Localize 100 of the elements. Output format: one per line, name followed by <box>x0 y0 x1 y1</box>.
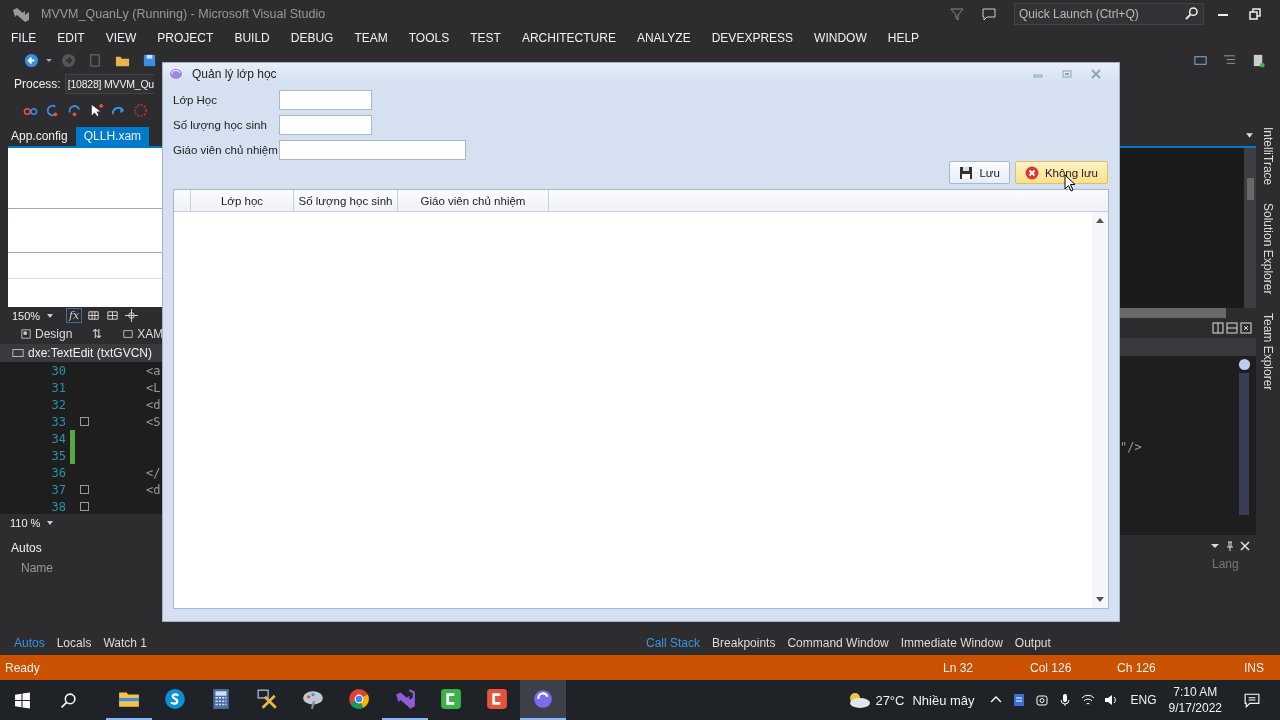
filter-icon[interactable] <box>950 6 964 21</box>
panel-tab[interactable]: Autos <box>12 633 47 652</box>
chrome-icon <box>348 688 370 710</box>
zoom-dropdown[interactable]: 150% <box>12 309 62 322</box>
panel-tab[interactable]: Output <box>1012 633 1053 652</box>
scrollbar[interactable] <box>1120 308 1226 318</box>
cloud-icon <box>847 692 872 708</box>
line-number: 34 <box>50 431 66 446</box>
document-tab[interactable]: App.config <box>3 127 76 146</box>
fold-toggle[interactable] <box>79 485 89 494</box>
formula-button[interactable]: fx <box>66 308 83 323</box>
input-field[interactable] <box>279 115 372 135</box>
menu-item[interactable]: BUILD <box>234 30 270 45</box>
document-icon[interactable] <box>1011 693 1026 707</box>
dropdown-caret-icon[interactable] <box>45 56 53 64</box>
step-into-icon[interactable] <box>45 103 60 118</box>
cancel-icon <box>1024 165 1039 180</box>
step-over-icon[interactable] <box>67 103 82 118</box>
search-icon[interactable] <box>60 691 77 709</box>
save-button[interactable]: Lưu <box>949 161 1010 184</box>
menu-item[interactable]: VIEW <box>105 30 137 45</box>
menu-item[interactable]: EDIT <box>57 30 85 45</box>
menu-item[interactable]: ARCHITECTURE <box>521 30 616 45</box>
weather-text[interactable]: Nhiều mây <box>912 692 975 708</box>
dropdown-caret-icon <box>46 519 55 527</box>
weather-temperature[interactable]: 27°C <box>875 692 905 708</box>
panel-tab[interactable]: Watch 1 <box>101 633 149 652</box>
volume-icon[interactable] <box>1103 693 1118 707</box>
menu-item[interactable]: WINDOW <box>814 30 867 45</box>
side-tab[interactable]: IntelliTrace <box>1261 127 1275 186</box>
clock[interactable]: 7:10 AM 9/17/2022 <box>1168 684 1222 716</box>
app-icon <box>169 67 183 81</box>
swap-panes-button[interactable]: ⇅ <box>92 327 103 341</box>
menu-item[interactable]: HELP <box>887 30 920 45</box>
app-icon <box>532 688 554 710</box>
menu-item[interactable]: DEBUG <box>290 30 334 45</box>
side-tab[interactable]: Team Explorer <box>1261 312 1275 390</box>
microphone-icon[interactable] <box>1057 693 1072 707</box>
snap-grid-icon[interactable] <box>105 309 121 322</box>
document-icon[interactable] <box>1251 52 1266 68</box>
input-field[interactable] <box>279 140 466 160</box>
panel-tab[interactable]: Breakpoints <box>710 633 778 652</box>
dropdown-caret-icon[interactable] <box>1210 541 1220 551</box>
menu-item[interactable]: TOOLS <box>408 30 450 45</box>
save-icon[interactable] <box>142 52 157 68</box>
panel-tab[interactable]: Immediate Window <box>898 633 1005 652</box>
line-number: 30 <box>50 363 66 378</box>
fold-toggle[interactable] <box>79 502 89 511</box>
scrollbar[interactable] <box>1239 373 1249 515</box>
grid-icon[interactable] <box>86 309 102 322</box>
restore-icon[interactable] <box>1248 6 1262 21</box>
info-icon[interactable] <box>1237 358 1251 371</box>
line-number: 31 <box>50 380 66 395</box>
panel-tab[interactable]: Command Window <box>785 633 891 652</box>
column-header[interactable]: Lớp học <box>191 190 294 211</box>
insert-mode-indicator: INS <box>1244 660 1264 675</box>
scrollbar[interactable] <box>1092 212 1108 608</box>
column-header[interactable]: Số lượng học sinh <box>294 190 398 211</box>
menu-item[interactable]: PROJECT <box>157 30 214 45</box>
design-tab[interactable]: Design <box>20 327 73 341</box>
panel-tab[interactable]: Locals <box>54 633 94 652</box>
zoom-dropdown[interactable]: 110 % <box>10 517 60 529</box>
dropdown-caret-icon[interactable] <box>1245 131 1254 140</box>
feedback-icon[interactable] <box>982 6 996 21</box>
back-icon[interactable] <box>24 52 39 68</box>
column-header[interactable]: Giáo viên chủ nhiệm <box>398 190 549 211</box>
scroll-up-icon[interactable] <box>1096 217 1104 223</box>
snap-lines-icon[interactable] <box>124 309 140 322</box>
cancel-button[interactable]: Không lưu <box>1014 161 1108 184</box>
notification-icon[interactable] <box>1244 692 1260 708</box>
menu-item[interactable]: TEAM <box>354 30 388 45</box>
camera-icon[interactable] <box>1034 693 1049 707</box>
menu-item[interactable]: ANALYZE <box>636 30 691 45</box>
code-text: <a <box>146 363 161 378</box>
column-indicator: Col 126 <box>1030 660 1073 675</box>
menu-item[interactable]: TEST <box>470 30 501 45</box>
document-tab[interactable]: QLLH.xam <box>75 127 150 146</box>
code-text: "/> <box>1120 439 1143 456</box>
scrollbar[interactable] <box>1244 148 1256 308</box>
side-tab[interactable]: Solution Explorer <box>1261 203 1275 295</box>
code-text: </ <box>146 465 161 480</box>
element-icon <box>12 348 24 358</box>
input-field[interactable] <box>279 90 372 110</box>
collapse-icon[interactable] <box>1240 322 1252 334</box>
quick-launch-field[interactable]: Quick Launch (Ctrl+Q) <box>1014 2 1204 25</box>
windows-start-icon[interactable] <box>14 691 31 709</box>
scroll-down-icon[interactable] <box>1096 597 1104 603</box>
column-header[interactable]: Name <box>21 561 162 575</box>
network-icon[interactable] <box>1080 693 1095 707</box>
fold-toggle[interactable] <box>79 417 89 426</box>
xaml-tab[interactable]: XAM <box>122 327 164 341</box>
panel-tab[interactable]: Call Stack <box>644 633 703 652</box>
process-dropdown[interactable]: [10828] MVVM_Qu <box>64 74 154 94</box>
menu-item[interactable]: DEVEXPRESS <box>711 30 794 45</box>
menu-item[interactable]: FILE <box>11 30 37 45</box>
input-language[interactable]: ENG <box>1130 693 1157 707</box>
split-icon[interactable] <box>1212 322 1224 334</box>
pin-icon[interactable] <box>1225 541 1235 551</box>
split-icon[interactable] <box>1226 322 1238 334</box>
cursor-icon[interactable] <box>89 103 104 118</box>
